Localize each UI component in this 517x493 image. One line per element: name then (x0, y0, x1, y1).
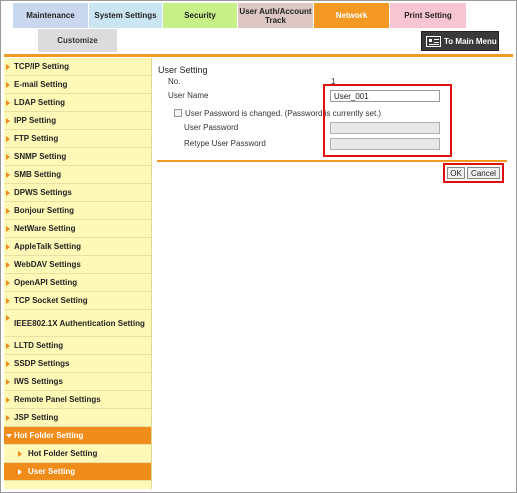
arrow-right-icon (6, 414, 10, 421)
highlight-box-fields (323, 84, 452, 157)
sidebar-item-iws[interactable]: IWS Settings (4, 373, 151, 391)
tab-system-settings[interactable]: System Settings (89, 3, 163, 28)
arrow-right-icon (6, 243, 10, 250)
to-main-menu-label: To Main Menu (444, 36, 497, 46)
arrow-right-icon (6, 315, 10, 321)
sidebar-item-label: LDAP Setting (14, 98, 65, 107)
sidebar-item-label: SNMP Setting (14, 152, 67, 161)
sidebar-item-label: IEEE802.1X Authentication Setting (14, 318, 145, 328)
sidebar-item-label: Hot Folder Setting (14, 431, 84, 440)
sidebar-item-tcp-socket[interactable]: TCP Socket Setting (4, 292, 151, 310)
sidebar-item-ieee8021x[interactable]: IEEE802.1X Authentication Setting (4, 310, 151, 337)
sidebar-item-label: NetWare Setting (14, 224, 76, 233)
arrow-right-icon (6, 99, 10, 106)
content-divider (157, 160, 507, 162)
sidebar-item-label: Hot Folder Setting (28, 449, 98, 458)
sidebar-item-netware[interactable]: NetWare Setting (4, 220, 151, 238)
arrow-right-icon (6, 207, 10, 214)
sidebar-subitem-hot-folder-setting[interactable]: Hot Folder Setting (4, 445, 151, 463)
arrow-right-icon (18, 450, 22, 457)
sidebar-item-label: Bonjour Setting (14, 206, 74, 215)
arrow-right-icon (6, 63, 10, 70)
arrow-right-icon (6, 396, 10, 403)
sidebar-item-label: OpenAPI Setting (14, 278, 78, 287)
sidebar-item-openapi[interactable]: OpenAPI Setting (4, 274, 151, 292)
arrow-right-icon (6, 81, 10, 88)
arrow-right-icon (6, 297, 10, 304)
sidebar-item-label: TCP/IP Setting (14, 62, 69, 71)
arrow-right-icon (6, 342, 10, 349)
sidebar-item-label: SSDP Settings (14, 359, 70, 368)
sidebar-item-ssdp[interactable]: SSDP Settings (4, 355, 151, 373)
arrow-right-icon (6, 189, 10, 196)
sidebar-item-label: E-mail Setting (14, 80, 68, 89)
top-tabs: Maintenance System Settings Security Use… (13, 3, 467, 28)
sidebar-item-ftp[interactable]: FTP Setting (4, 130, 151, 148)
sidebar-item-email[interactable]: E-mail Setting (4, 76, 151, 94)
tab-network[interactable]: Network (314, 3, 390, 28)
sidebar-item-label: TCP Socket Setting (14, 296, 88, 305)
arrow-right-icon (6, 261, 10, 268)
sidebar-item-dpws[interactable]: DPWS Settings (4, 184, 151, 202)
sidebar-subitem-user-setting[interactable]: User Setting (4, 463, 151, 481)
sidebar-item-ipp[interactable]: IPP Setting (4, 112, 151, 130)
page-title: User Setting (158, 65, 208, 75)
customize-button[interactable]: Customize (38, 29, 117, 52)
sidebar-item-hot-folder[interactable]: Hot Folder Setting (4, 427, 151, 445)
sidebar-item-label: LLTD Setting (14, 341, 64, 350)
arrow-right-icon (6, 171, 10, 178)
sidebar-item-jsp[interactable]: JSP Setting (4, 409, 151, 427)
sidebar-item-label: DPWS Settings (14, 188, 72, 197)
arrow-down-icon (6, 433, 12, 438)
sidebar-item-ldap[interactable]: LDAP Setting (4, 94, 151, 112)
sidebar-item-smb[interactable]: SMB Setting (4, 166, 151, 184)
arrow-right-icon (6, 360, 10, 367)
no-label: No. (168, 77, 181, 86)
arrow-right-icon (6, 225, 10, 232)
main-menu-icon (426, 35, 441, 47)
retype-password-label: Retype User Password (184, 139, 266, 148)
highlight-box-buttons (443, 163, 504, 183)
sidebar-item-label: WebDAV Settings (14, 260, 81, 269)
arrow-right-icon (6, 378, 10, 385)
to-main-menu-button[interactable]: To Main Menu (421, 31, 499, 51)
sidebar-item-label: Remote Panel Settings (14, 395, 101, 404)
sidebar-item-remote-panel[interactable]: Remote Panel Settings (4, 391, 151, 409)
arrow-right-icon (6, 153, 10, 160)
arrow-right-icon (6, 279, 10, 286)
sidebar-item-label: AppleTalk Setting (14, 242, 81, 251)
user-password-label: User Password (184, 123, 239, 132)
sidebar-item-bonjour[interactable]: Bonjour Setting (4, 202, 151, 220)
tab-security[interactable]: Security (163, 3, 238, 28)
arrow-right-icon (18, 468, 22, 475)
sidebar-item-label: FTP Setting (14, 134, 59, 143)
password-changed-checkbox[interactable] (174, 109, 182, 117)
sidebar-item-lltd[interactable]: LLTD Setting (4, 337, 151, 355)
toolbar: Customize To Main Menu (4, 28, 513, 54)
tab-print-setting[interactable]: Print Setting (390, 3, 467, 28)
sidebar-item-label: User Setting (28, 467, 76, 476)
sidebar-item-label: IPP Setting (14, 116, 57, 125)
tab-user-auth-account-track[interactable]: User Auth/Account Track (238, 3, 314, 28)
sidebar-item-webdav[interactable]: WebDAV Settings (4, 256, 151, 274)
sidebar-item-label: IWS Settings (14, 377, 63, 386)
sidebar: TCP/IP Setting E-mail Setting LDAP Setti… (4, 58, 152, 489)
sidebar-item-label: JSP Setting (14, 413, 59, 422)
header-divider (4, 54, 513, 57)
arrow-right-icon (6, 135, 10, 142)
tab-maintenance[interactable]: Maintenance (13, 3, 89, 28)
sidebar-item-appletalk[interactable]: AppleTalk Setting (4, 238, 151, 256)
sidebar-item-label: SMB Setting (14, 170, 62, 179)
arrow-right-icon (6, 117, 10, 124)
user-name-label: User Name (168, 91, 209, 100)
sidebar-item-tcp-ip[interactable]: TCP/IP Setting (4, 58, 151, 76)
sidebar-item-snmp[interactable]: SNMP Setting (4, 148, 151, 166)
